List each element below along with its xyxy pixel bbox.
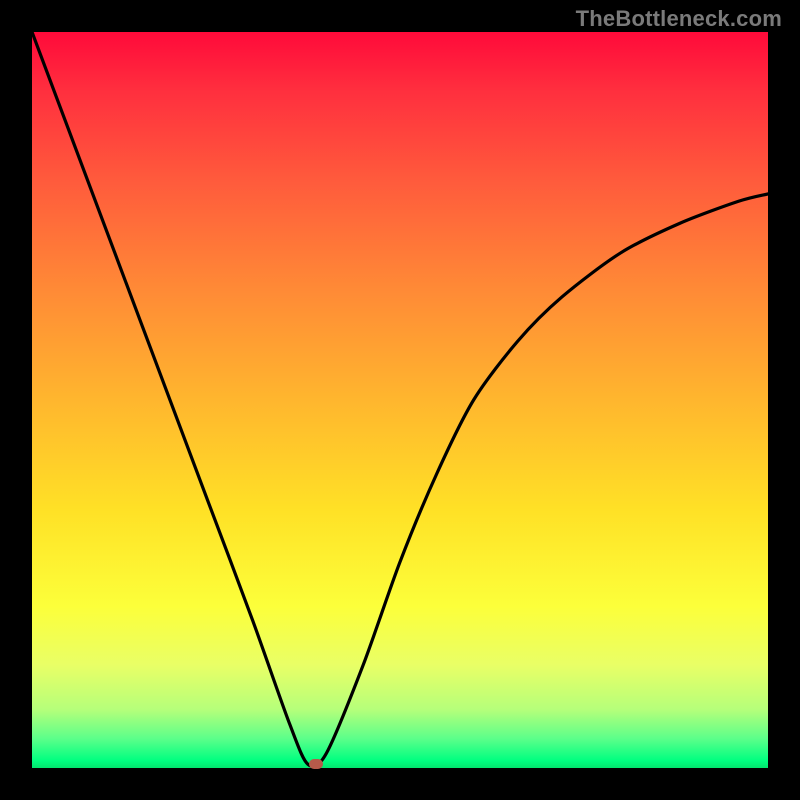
watermark-text: TheBottleneck.com	[576, 6, 782, 32]
plot-area	[32, 32, 768, 768]
bottleneck-curve	[32, 32, 768, 766]
curve-svg	[32, 32, 768, 768]
chart-frame: TheBottleneck.com	[0, 0, 800, 800]
optimum-marker	[309, 759, 323, 769]
